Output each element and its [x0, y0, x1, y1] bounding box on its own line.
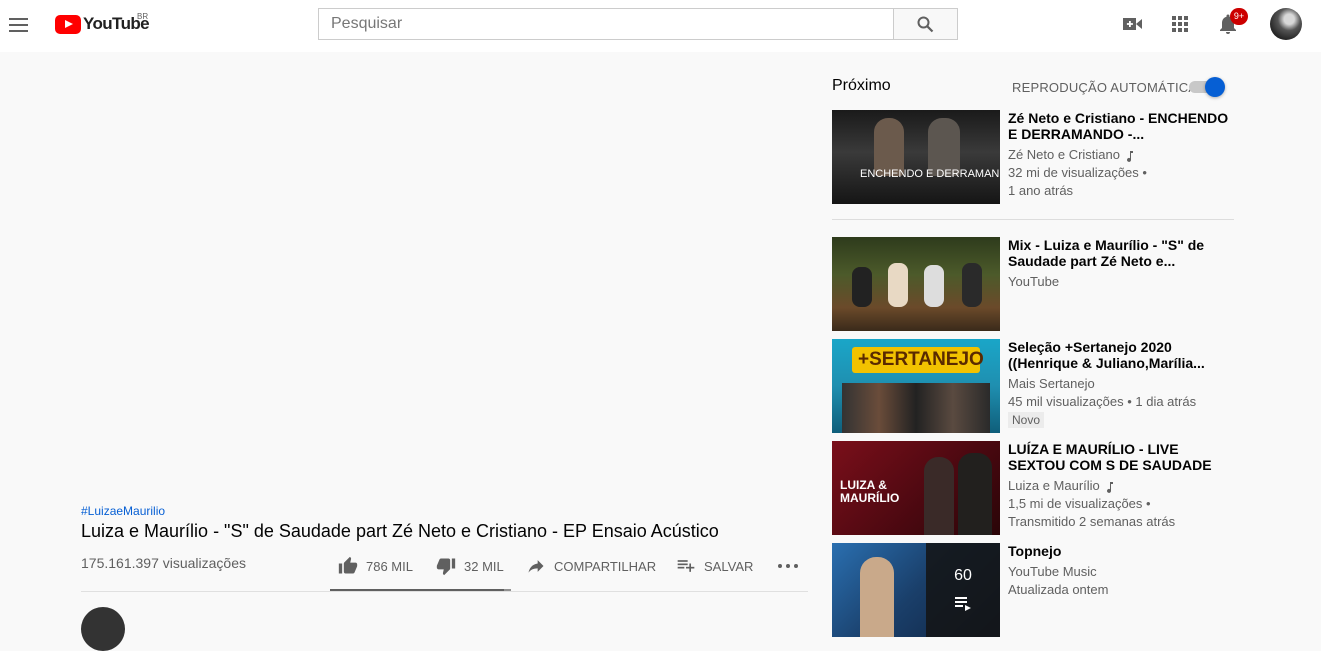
- channel-name: Mais Sertanejo: [1008, 376, 1095, 391]
- account-avatar[interactable]: [1270, 8, 1302, 40]
- video-hashtag-link[interactable]: #LuizaeMaurilio: [81, 504, 165, 518]
- playlist-add-icon: [677, 560, 695, 572]
- recommended-video-title: Mix - Luiza e Maurílio - "S" de Saudade …: [1008, 237, 1205, 269]
- more-horizontal-icon: [778, 564, 798, 568]
- playlist-count: 60: [954, 567, 972, 584]
- recommended-video-title: Zé Neto e Cristiano - ENCHENDO E DERRAMA…: [1008, 110, 1229, 142]
- video-thumbnail[interactable]: ENCHENDO E DERRAMANDO: [832, 110, 1000, 204]
- recommended-video-title: Seleção +Sertanejo 2020 ((Henrique & Jul…: [1008, 339, 1205, 371]
- more-actions-button[interactable]: [777, 556, 807, 576]
- thumbnail-text: +SERTANEJO: [858, 349, 984, 370]
- search-button[interactable]: [893, 8, 958, 40]
- new-badge: Novo: [1008, 412, 1045, 428]
- music-note-icon: [1106, 481, 1113, 493]
- create-video-icon[interactable]: [1121, 12, 1145, 36]
- like-button[interactable]: 786 MIL: [338, 556, 413, 576]
- updated-date: Atualizada ontem: [1008, 582, 1109, 597]
- masthead: YouTube BR 9+: [0, 0, 1321, 52]
- divider: [81, 591, 808, 592]
- playlist-icon: [955, 597, 971, 611]
- dislike-count: 32 MIL: [464, 558, 504, 574]
- notifications-badge: 9+: [1230, 8, 1248, 25]
- recommended-playlist[interactable]: 60 Topnejo YouTube Music Atualizada onte…: [832, 543, 1234, 637]
- save-label: SALVAR: [704, 558, 754, 574]
- view-count: 1,5 mi de visualizações •: [1008, 496, 1151, 511]
- stream-date: Transmitido 2 semanas atrás: [1008, 514, 1176, 529]
- share-label: COMPARTILHAR: [554, 558, 657, 574]
- channel-name: YouTube Music: [1008, 564, 1097, 579]
- playlist-thumbnail[interactable]: 60: [832, 543, 1000, 637]
- autoplay-label: REPRODUÇÃO AUTOMÁTICA: [1012, 80, 1198, 95]
- recommended-video-title: Topnejo: [1008, 543, 1062, 559]
- menu-icon[interactable]: [8, 10, 30, 40]
- channel-name: Luiza e Maurílio: [1008, 478, 1100, 493]
- video-player[interactable]: [0, 52, 830, 492]
- channel-name: Zé Neto e Cristiano: [1008, 147, 1120, 162]
- recommended-video[interactable]: +SERTANEJO Seleção +Sertanejo 2020 ((Hen…: [832, 339, 1234, 433]
- dislike-button[interactable]: 32 MIL: [436, 556, 504, 576]
- youtube-logo[interactable]: YouTube BR: [55, 12, 150, 34]
- thumbs-up-icon: [338, 556, 358, 574]
- upload-date: 1 ano atrás: [1008, 183, 1074, 198]
- save-button[interactable]: SALVAR: [676, 556, 753, 576]
- toggle-knob: [1205, 77, 1225, 97]
- thumbs-down-icon: [436, 558, 456, 576]
- logo-country: BR: [137, 12, 149, 21]
- view-count: 32 mi de visualizações •: [1008, 165, 1147, 180]
- thumbnail-text: LUIZA & MAURÍLIO: [840, 478, 900, 505]
- music-note-icon: [1127, 150, 1133, 162]
- play-logo-icon: [55, 14, 81, 34]
- recommended-mix[interactable]: Mix - Luiza e Maurílio - "S" de Saudade …: [832, 237, 1234, 331]
- search-input[interactable]: [318, 8, 894, 40]
- channel-name: YouTube: [1008, 274, 1060, 289]
- video-title: Luiza e Maurílio - "S" de Saudade part Z…: [81, 521, 719, 541]
- like-count: 786 MIL: [366, 558, 413, 574]
- share-button[interactable]: COMPARTILHAR: [526, 556, 656, 576]
- search-icon: [917, 16, 934, 33]
- autoplay-toggle[interactable]: [1189, 77, 1225, 97]
- share-arrow-icon: [528, 560, 544, 573]
- video-thumbnail[interactable]: [832, 237, 1000, 331]
- up-next-label: Próximo: [832, 77, 891, 94]
- thumbnail-text: ENCHENDO E DERRAMANDO: [860, 168, 1000, 180]
- video-thumbnail[interactable]: +SERTANEJO: [832, 339, 1000, 433]
- video-thumbnail[interactable]: LUIZA & MAURÍLIO: [832, 441, 1000, 535]
- recommended-video-title: LUÍZA E MAURÍLIO - LIVE SEXTOU COM S DE …: [1008, 441, 1212, 473]
- view-count: 175.161.397 visualizações: [81, 555, 247, 571]
- channel-avatar[interactable]: [81, 607, 125, 651]
- view-count: 45 mil visualizações • 1 dia atrás: [1008, 394, 1197, 409]
- recommended-video[interactable]: ENCHENDO E DERRAMANDO Zé Neto e Cristian…: [832, 110, 1234, 204]
- apps-grid-icon[interactable]: [1168, 12, 1192, 36]
- playlist-overlay: 60: [926, 543, 1000, 637]
- divider: [832, 219, 1234, 220]
- recommended-video[interactable]: LUIZA & MAURÍLIO LUÍZA E MAURÍLIO - LIVE…: [832, 441, 1234, 535]
